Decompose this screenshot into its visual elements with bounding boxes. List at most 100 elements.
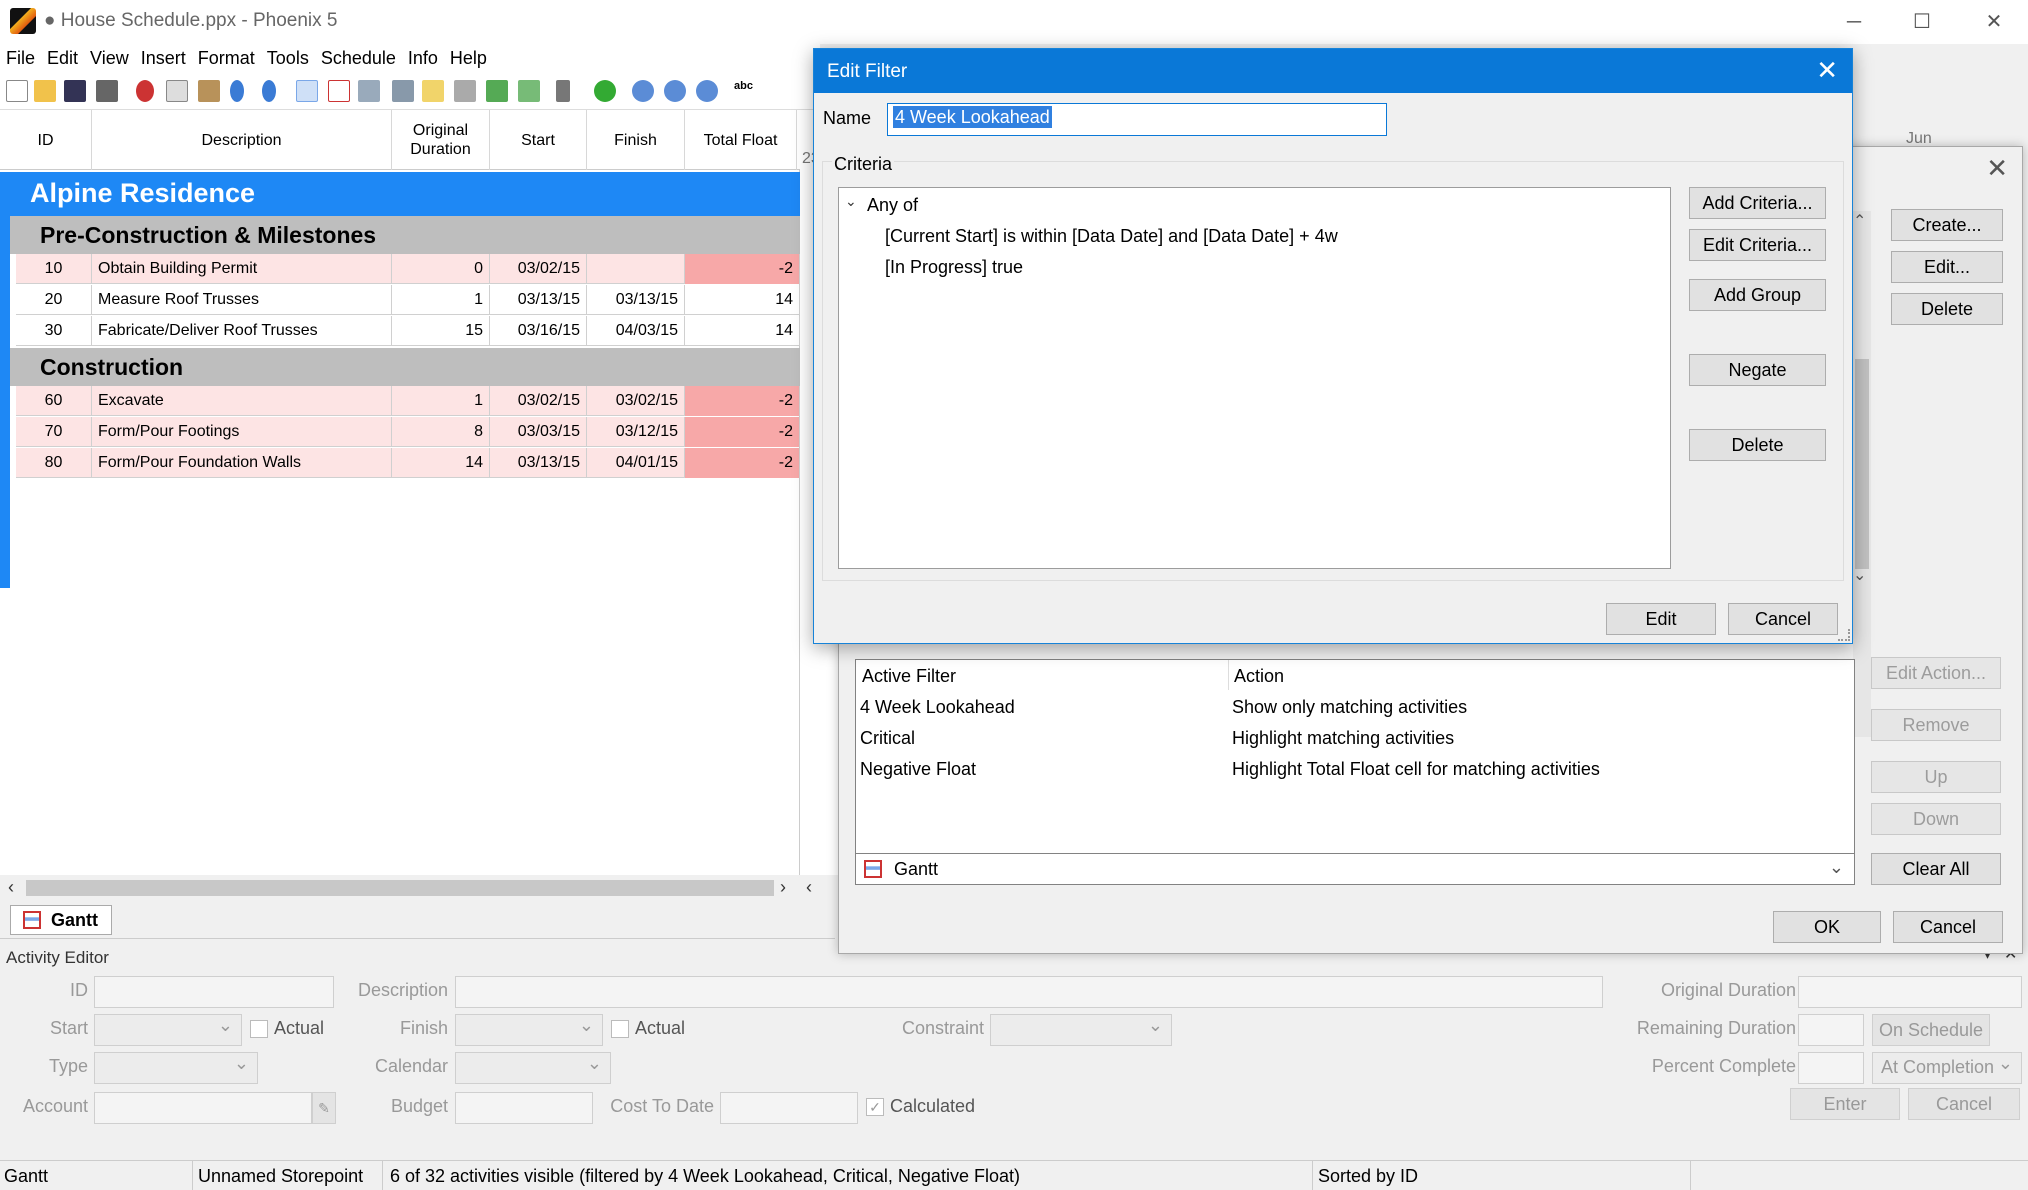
scroll-right-icon[interactable]: ›: [780, 877, 786, 898]
active-filter-name[interactable]: 4 Week Lookahead: [860, 697, 1015, 718]
zoom-out-icon[interactable]: [696, 80, 718, 102]
cell-finish[interactable]: [587, 254, 685, 284]
collapse-chevron-icon[interactable]: ⌄: [845, 193, 857, 210]
cell-finish[interactable]: 04/01/15: [587, 448, 685, 478]
open-folder-icon[interactable]: [34, 80, 56, 102]
cell-start[interactable]: 03/16/15: [490, 316, 587, 346]
col-header-finish[interactable]: Finish: [587, 110, 685, 170]
menu-edit[interactable]: Edit: [41, 44, 84, 69]
save-icon[interactable]: [64, 80, 86, 102]
menu-schedule[interactable]: Schedule: [315, 44, 402, 69]
cut-icon[interactable]: [136, 80, 154, 102]
criteria-root-node[interactable]: Any of: [867, 195, 918, 216]
filters-cancel-button[interactable]: Cancel: [1893, 911, 2003, 943]
criteria-item[interactable]: [Current Start] is within [Data Date] an…: [885, 226, 1338, 247]
cell-dur[interactable]: 8: [392, 417, 490, 447]
minimize-button[interactable]: ─: [1824, 6, 1884, 38]
active-filter-action[interactable]: Show only matching activities: [1232, 697, 1467, 718]
calculated-checkbox[interactable]: ✓: [866, 1098, 884, 1116]
folder-view-icon[interactable]: [422, 80, 444, 102]
active-filter-action[interactable]: Highlight Total Float cell for matching …: [1232, 759, 1600, 780]
copy-icon[interactable]: [166, 80, 188, 102]
cell-float[interactable]: -2: [685, 386, 800, 416]
menu-tools[interactable]: Tools: [261, 44, 315, 69]
col-header-duration[interactable]: Original Duration: [392, 110, 490, 170]
active-filter-name[interactable]: Negative Float: [860, 759, 976, 780]
filters-ok-button[interactable]: OK: [1773, 911, 1881, 943]
col-header-description[interactable]: Description: [92, 110, 392, 170]
cell-finish[interactable]: 03/02/15: [587, 386, 685, 416]
print-icon[interactable]: [96, 80, 118, 102]
outline-icon[interactable]: [358, 80, 380, 102]
table-row[interactable]: 30 Fabricate/Deliver Roof Trusses 15 03/16/…: [16, 316, 800, 346]
edit-criteria-button[interactable]: Edit Criteria...: [1689, 229, 1826, 261]
tab-gantt[interactable]: Gantt: [10, 905, 112, 935]
description-field[interactable]: [455, 976, 1603, 1008]
actual-start-checkbox[interactable]: [250, 1020, 268, 1038]
calendar-select[interactable]: [455, 1052, 611, 1084]
menu-view[interactable]: View: [84, 44, 135, 69]
zoom-fit-icon[interactable]: [664, 80, 686, 102]
paste-icon[interactable]: [198, 80, 220, 102]
constraint-select[interactable]: [990, 1014, 1172, 1046]
delete-criteria-button[interactable]: Delete: [1689, 429, 1826, 461]
group-band[interactable]: Construction: [10, 348, 800, 386]
on-schedule-button[interactable]: On Schedule: [1872, 1014, 1990, 1046]
close-icon[interactable]: ✕: [1816, 55, 1838, 86]
table-row[interactable]: 60 Excavate 1 03/02/15 03/02/15 -2: [16, 386, 800, 416]
finish-date-select[interactable]: [455, 1014, 603, 1046]
table-row[interactable]: 80 Form/Pour Foundation Walls 14 03/13/15 04…: [16, 448, 800, 478]
active-filter-name[interactable]: Critical: [860, 728, 915, 749]
actual-finish-checkbox[interactable]: [611, 1020, 629, 1038]
image-icon[interactable]: [454, 80, 476, 102]
create-filter-button[interactable]: Create...: [1891, 209, 2003, 241]
scroll-left-icon[interactable]: ‹: [8, 877, 14, 898]
cell-desc[interactable]: Excavate: [92, 386, 392, 416]
clear-all-button[interactable]: Clear All: [1871, 853, 2001, 885]
menu-file[interactable]: File: [0, 44, 41, 69]
col-header-start[interactable]: Start: [490, 110, 587, 170]
undo-icon[interactable]: [230, 80, 244, 102]
cell-float[interactable]: -2: [685, 254, 800, 284]
cell-id[interactable]: 20: [16, 285, 92, 315]
cell-id[interactable]: 60: [16, 386, 92, 416]
type-select[interactable]: [94, 1052, 258, 1084]
start-date-select[interactable]: [94, 1014, 242, 1046]
cancel-button[interactable]: Cancel: [1728, 603, 1838, 635]
gantt-view-icon[interactable]: [328, 80, 350, 102]
network-icon[interactable]: [392, 80, 414, 102]
filter-icon[interactable]: [556, 80, 570, 102]
down-button[interactable]: Down: [1871, 803, 2001, 835]
cell-desc[interactable]: Measure Roof Trusses: [92, 285, 392, 315]
menu-format[interactable]: Format: [192, 44, 261, 69]
table-row[interactable]: 20 Measure Roof Trusses 1 03/13/15 03/13/15 1…: [16, 285, 800, 315]
edit-filter-button[interactable]: Edit...: [1891, 251, 2003, 283]
at-completion-select[interactable]: At Completion: [1872, 1052, 2022, 1084]
edit-action-button[interactable]: Edit Action...: [1871, 657, 2001, 689]
grid-horizontal-scrollbar[interactable]: ‹ › ‹: [0, 875, 812, 901]
cell-float[interactable]: 14: [685, 285, 800, 315]
cell-desc[interactable]: Form/Pour Foundation Walls: [92, 448, 392, 478]
zoom-in-icon[interactable]: [632, 80, 654, 102]
project-band[interactable]: Alpine Residence: [0, 172, 800, 216]
filter-list-scrollbar[interactable]: [1853, 211, 1871, 737]
chart-icon[interactable]: [486, 80, 508, 102]
view-select[interactable]: Gantt ⌄: [855, 853, 1855, 885]
scroll-down-icon[interactable]: ⌄: [1853, 565, 1866, 585]
grid-view-icon[interactable]: [296, 80, 318, 102]
col-header-id[interactable]: ID: [0, 110, 92, 170]
cell-id[interactable]: 80: [16, 448, 92, 478]
account-picker-icon[interactable]: ✎: [312, 1092, 336, 1124]
menu-help[interactable]: Help: [444, 44, 493, 69]
remaining-duration-field[interactable]: [1798, 1014, 1864, 1046]
gantt-scroll-left-icon[interactable]: ‹: [806, 877, 812, 898]
cell-desc[interactable]: Form/Pour Footings: [92, 417, 392, 447]
budget-field[interactable]: [455, 1092, 593, 1124]
cell-dur[interactable]: 1: [392, 386, 490, 416]
col-header-total-float[interactable]: Total Float: [685, 110, 797, 170]
menu-info[interactable]: Info: [402, 44, 444, 69]
cell-finish[interactable]: 03/12/15: [587, 417, 685, 447]
cell-float[interactable]: -2: [685, 448, 800, 478]
maximize-button[interactable]: ☐: [1892, 6, 1952, 38]
table-row[interactable]: 70 Form/Pour Footings 8 03/03/15 03/12/15 -2: [16, 417, 800, 447]
